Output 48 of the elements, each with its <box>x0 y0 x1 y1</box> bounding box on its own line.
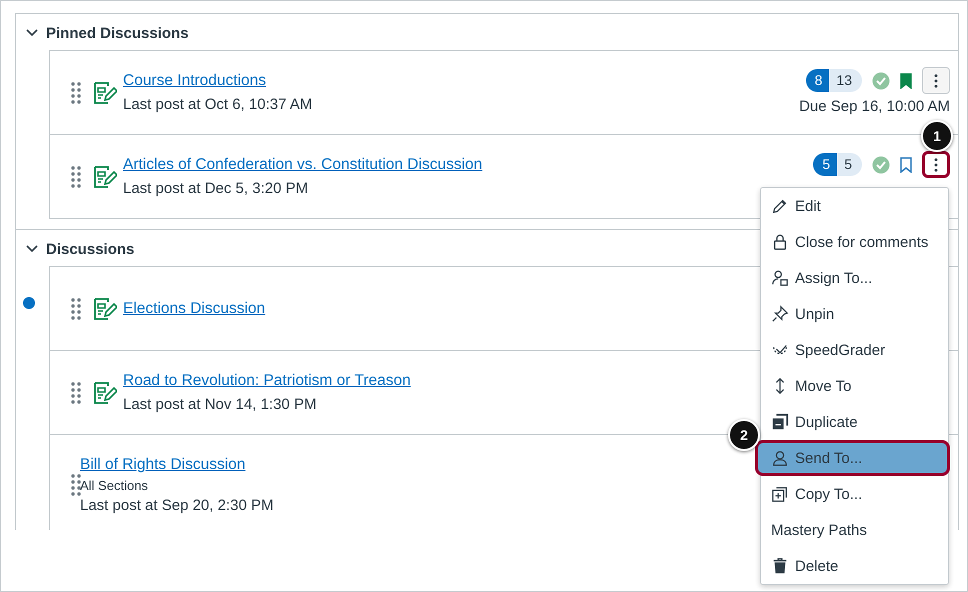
menu-item[interactable]: Duplicate <box>761 404 948 440</box>
sections-label: All Sections <box>80 478 149 493</box>
pin-icon <box>771 305 789 323</box>
pencil-icon <box>771 197 789 215</box>
person-lock-icon <box>771 269 789 287</box>
discussion-title-link[interactable]: Elections Discussion <box>123 300 266 318</box>
menu-item[interactable]: Assign To... <box>761 260 948 296</box>
menu-item[interactable]: Edit <box>761 188 948 224</box>
copy-icon <box>771 485 789 503</box>
section-title: Discussions <box>46 240 134 258</box>
drag-handle-icon[interactable] <box>71 82 81 104</box>
menu-item[interactable]: Close for comments <box>761 224 948 260</box>
last-post-text: Last post at Dec 5, 3:20 PM <box>123 180 310 197</box>
section-title: Pinned Discussions <box>46 24 189 42</box>
lock-icon <box>771 233 789 251</box>
drag-handle-icon[interactable] <box>71 166 81 188</box>
step-number-badge: 2 <box>728 419 760 451</box>
discussion-title-link[interactable]: Course Introductions <box>123 72 266 90</box>
published-check-icon[interactable] <box>872 156 890 174</box>
more-options-button[interactable] <box>922 151 950 178</box>
published-check-icon[interactable] <box>872 72 890 90</box>
chevron-icon[interactable] <box>26 29 38 37</box>
duplicate-icon <box>771 413 789 431</box>
menu-item[interactable]: Delete <box>761 548 948 584</box>
menu-item[interactable]: Copy To... <box>761 476 948 512</box>
menu-item[interactable]: SpeedGrader <box>761 332 948 368</box>
menu-item[interactable]: Mastery Paths <box>761 512 948 548</box>
bookmark-icon[interactable] <box>900 72 912 88</box>
chevron-icon[interactable] <box>26 245 38 253</box>
person-icon <box>771 449 789 467</box>
kebab-icon <box>934 74 938 88</box>
last-post-text: Last post at Oct 6, 10:37 AM <box>123 96 314 113</box>
discussion-title-link[interactable]: Road to Revolution: Patriotism or Treason <box>123 372 411 390</box>
drag-handle-icon[interactable] <box>71 382 81 404</box>
drag-handle-icon[interactable] <box>71 474 81 496</box>
discussion-title-link[interactable]: Articles of Confederation vs. Constitution Discussion <box>123 156 482 174</box>
menu-item[interactable]: Send To... <box>755 440 950 476</box>
discussion-title-link[interactable]: Bill of Rights Discussion <box>80 456 246 474</box>
last-post-text: Last post at Nov 14, 1:30 PM <box>123 396 318 413</box>
menu-item[interactable]: Move To <box>761 368 948 404</box>
kebab-icon <box>934 158 938 172</box>
due-date-text: Due Sep 16, 10:00 AM <box>799 98 950 115</box>
menu-item[interactable]: Unpin <box>761 296 948 332</box>
last-post-text: Last post at Sep 20, 2:30 PM <box>80 497 274 514</box>
trash-icon <box>771 557 789 575</box>
bookmark-icon[interactable] <box>900 156 912 172</box>
drag-handle-icon[interactable] <box>71 298 81 320</box>
step-number-badge: 1 <box>921 120 953 152</box>
